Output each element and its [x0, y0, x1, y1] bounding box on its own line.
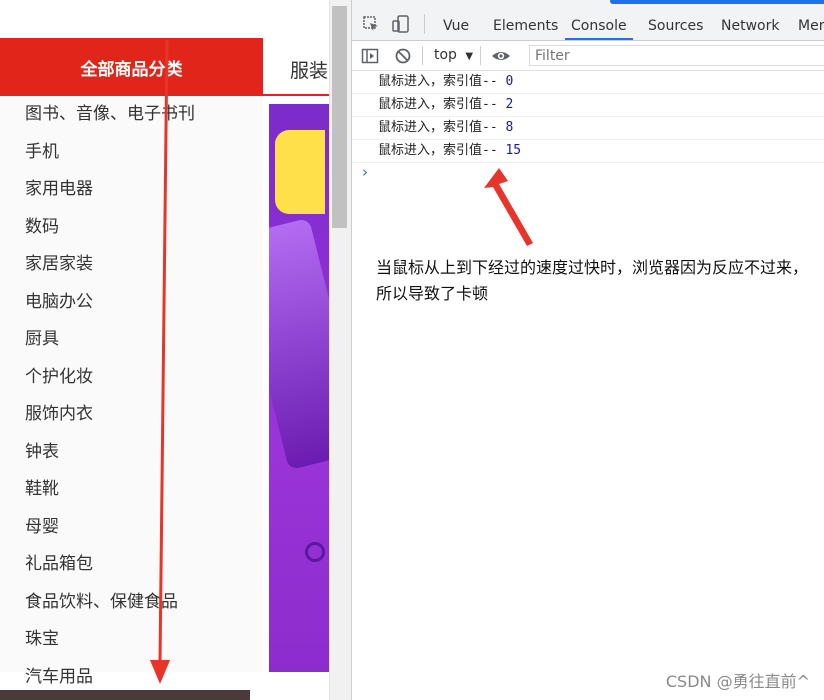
category-item[interactable]: 食品饮料、保健食品: [0, 584, 263, 622]
banner-badge-graphic: [275, 130, 325, 214]
tab-vue[interactable]: Vue: [443, 14, 469, 40]
category-list: 图书、音像、电子书刊 手机 家用电器 数码 家居家装 电脑办公 厨具 个护化妆 …: [0, 96, 263, 687]
category-item[interactable]: 家用电器: [0, 171, 263, 209]
clear-console-icon[interactable]: [394, 47, 412, 65]
category-item[interactable]: 钟表: [0, 434, 263, 472]
sidebar-toggle-icon[interactable]: [361, 47, 379, 65]
tab-divider: [424, 14, 425, 34]
tab-elements[interactable]: Elements: [493, 14, 558, 40]
nav-underline: [263, 94, 329, 96]
context-select-value: top: [434, 47, 457, 63]
category-item[interactable]: 图书、音像、电子书刊: [0, 96, 263, 134]
web-page: 全部商品分类 服装 图书、音像、电子书刊 手机 家用电器 数码 家居家装 电脑办…: [0, 0, 329, 700]
category-item[interactable]: 数码: [0, 209, 263, 247]
log-text: 鼠标进入，索引值--: [378, 97, 506, 112]
log-value: 2: [505, 97, 514, 112]
promo-banner[interactable]: [269, 104, 329, 672]
category-item[interactable]: 厨具: [0, 321, 263, 359]
tab-sources[interactable]: Sources: [648, 14, 703, 40]
category-item[interactable]: 礼品箱包: [0, 546, 263, 584]
banner-ring-graphic: [305, 542, 325, 562]
category-item[interactable]: 珠宝: [0, 621, 263, 659]
log-value: 15: [505, 143, 522, 158]
console-message: 鼠标进入，索引值-- 15: [352, 140, 824, 163]
all-categories-button[interactable]: 全部商品分类: [0, 38, 263, 96]
console-prompt[interactable]: ›: [362, 163, 368, 181]
category-item[interactable]: 服饰内衣: [0, 396, 263, 434]
tab-network[interactable]: Network: [721, 14, 779, 40]
eye-icon[interactable]: [491, 47, 510, 65]
top-accent-bar: [610, 0, 824, 4]
scrollbar-thumb[interactable]: [332, 6, 347, 228]
tab-console[interactable]: Console: [565, 14, 633, 40]
tab-memory[interactable]: Mem: [798, 14, 824, 40]
log-text: 鼠标进入，索引值--: [378, 74, 506, 89]
category-item[interactable]: 手机: [0, 134, 263, 172]
annotation-note: 当鼠标从上到下经过的速度过快时，浏览器因为反应不过来，所以导致了卡顿: [376, 258, 809, 303]
toolbar-divider: [480, 46, 481, 65]
console-toolbar: top ▼ Filter: [352, 41, 824, 71]
filter-input[interactable]: Filter: [529, 45, 824, 66]
log-value: 0: [505, 74, 514, 89]
device-toolbar-icon[interactable]: [392, 15, 410, 33]
category-item[interactable]: 电脑办公: [0, 284, 263, 322]
category-item[interactable]: 个护化妆: [0, 359, 263, 397]
csdn-watermark: CSDN @勇往直前^: [665, 672, 810, 691]
inspect-element-icon[interactable]: [362, 15, 380, 33]
log-value: 8: [505, 120, 514, 135]
toolbar-divider: [422, 46, 423, 65]
devtools-panel: Vue Elements Console Sources Network Mem…: [351, 0, 824, 700]
category-item[interactable]: 家居家装: [0, 246, 263, 284]
category-item[interactable]: 鞋靴: [0, 471, 263, 509]
console-messages: 鼠标进入，索引值-- 0 鼠标进入，索引值-- 2 鼠标进入，索引值-- 8 鼠…: [352, 71, 824, 163]
nav-item-clothing[interactable]: 服装: [290, 56, 328, 83]
log-text: 鼠标进入，索引值--: [378, 120, 506, 135]
console-message: 鼠标进入，索引值-- 0: [352, 71, 824, 94]
log-text: 鼠标进入，索引值--: [378, 143, 506, 158]
context-select[interactable]: top ▼: [434, 47, 473, 63]
chevron-down-icon: ▼: [465, 51, 474, 62]
devtools-tabbar: Vue Elements Console Sources Network Mem: [352, 0, 824, 41]
console-message: 鼠标进入，索引值-- 8: [352, 117, 824, 140]
category-item[interactable]: 母婴: [0, 509, 263, 547]
bottom-bar: [0, 690, 250, 700]
console-message: 鼠标进入，索引值-- 2: [352, 94, 824, 117]
banner-product-graphic: [269, 217, 329, 471]
all-categories-label: 全部商品分类: [80, 59, 183, 80]
